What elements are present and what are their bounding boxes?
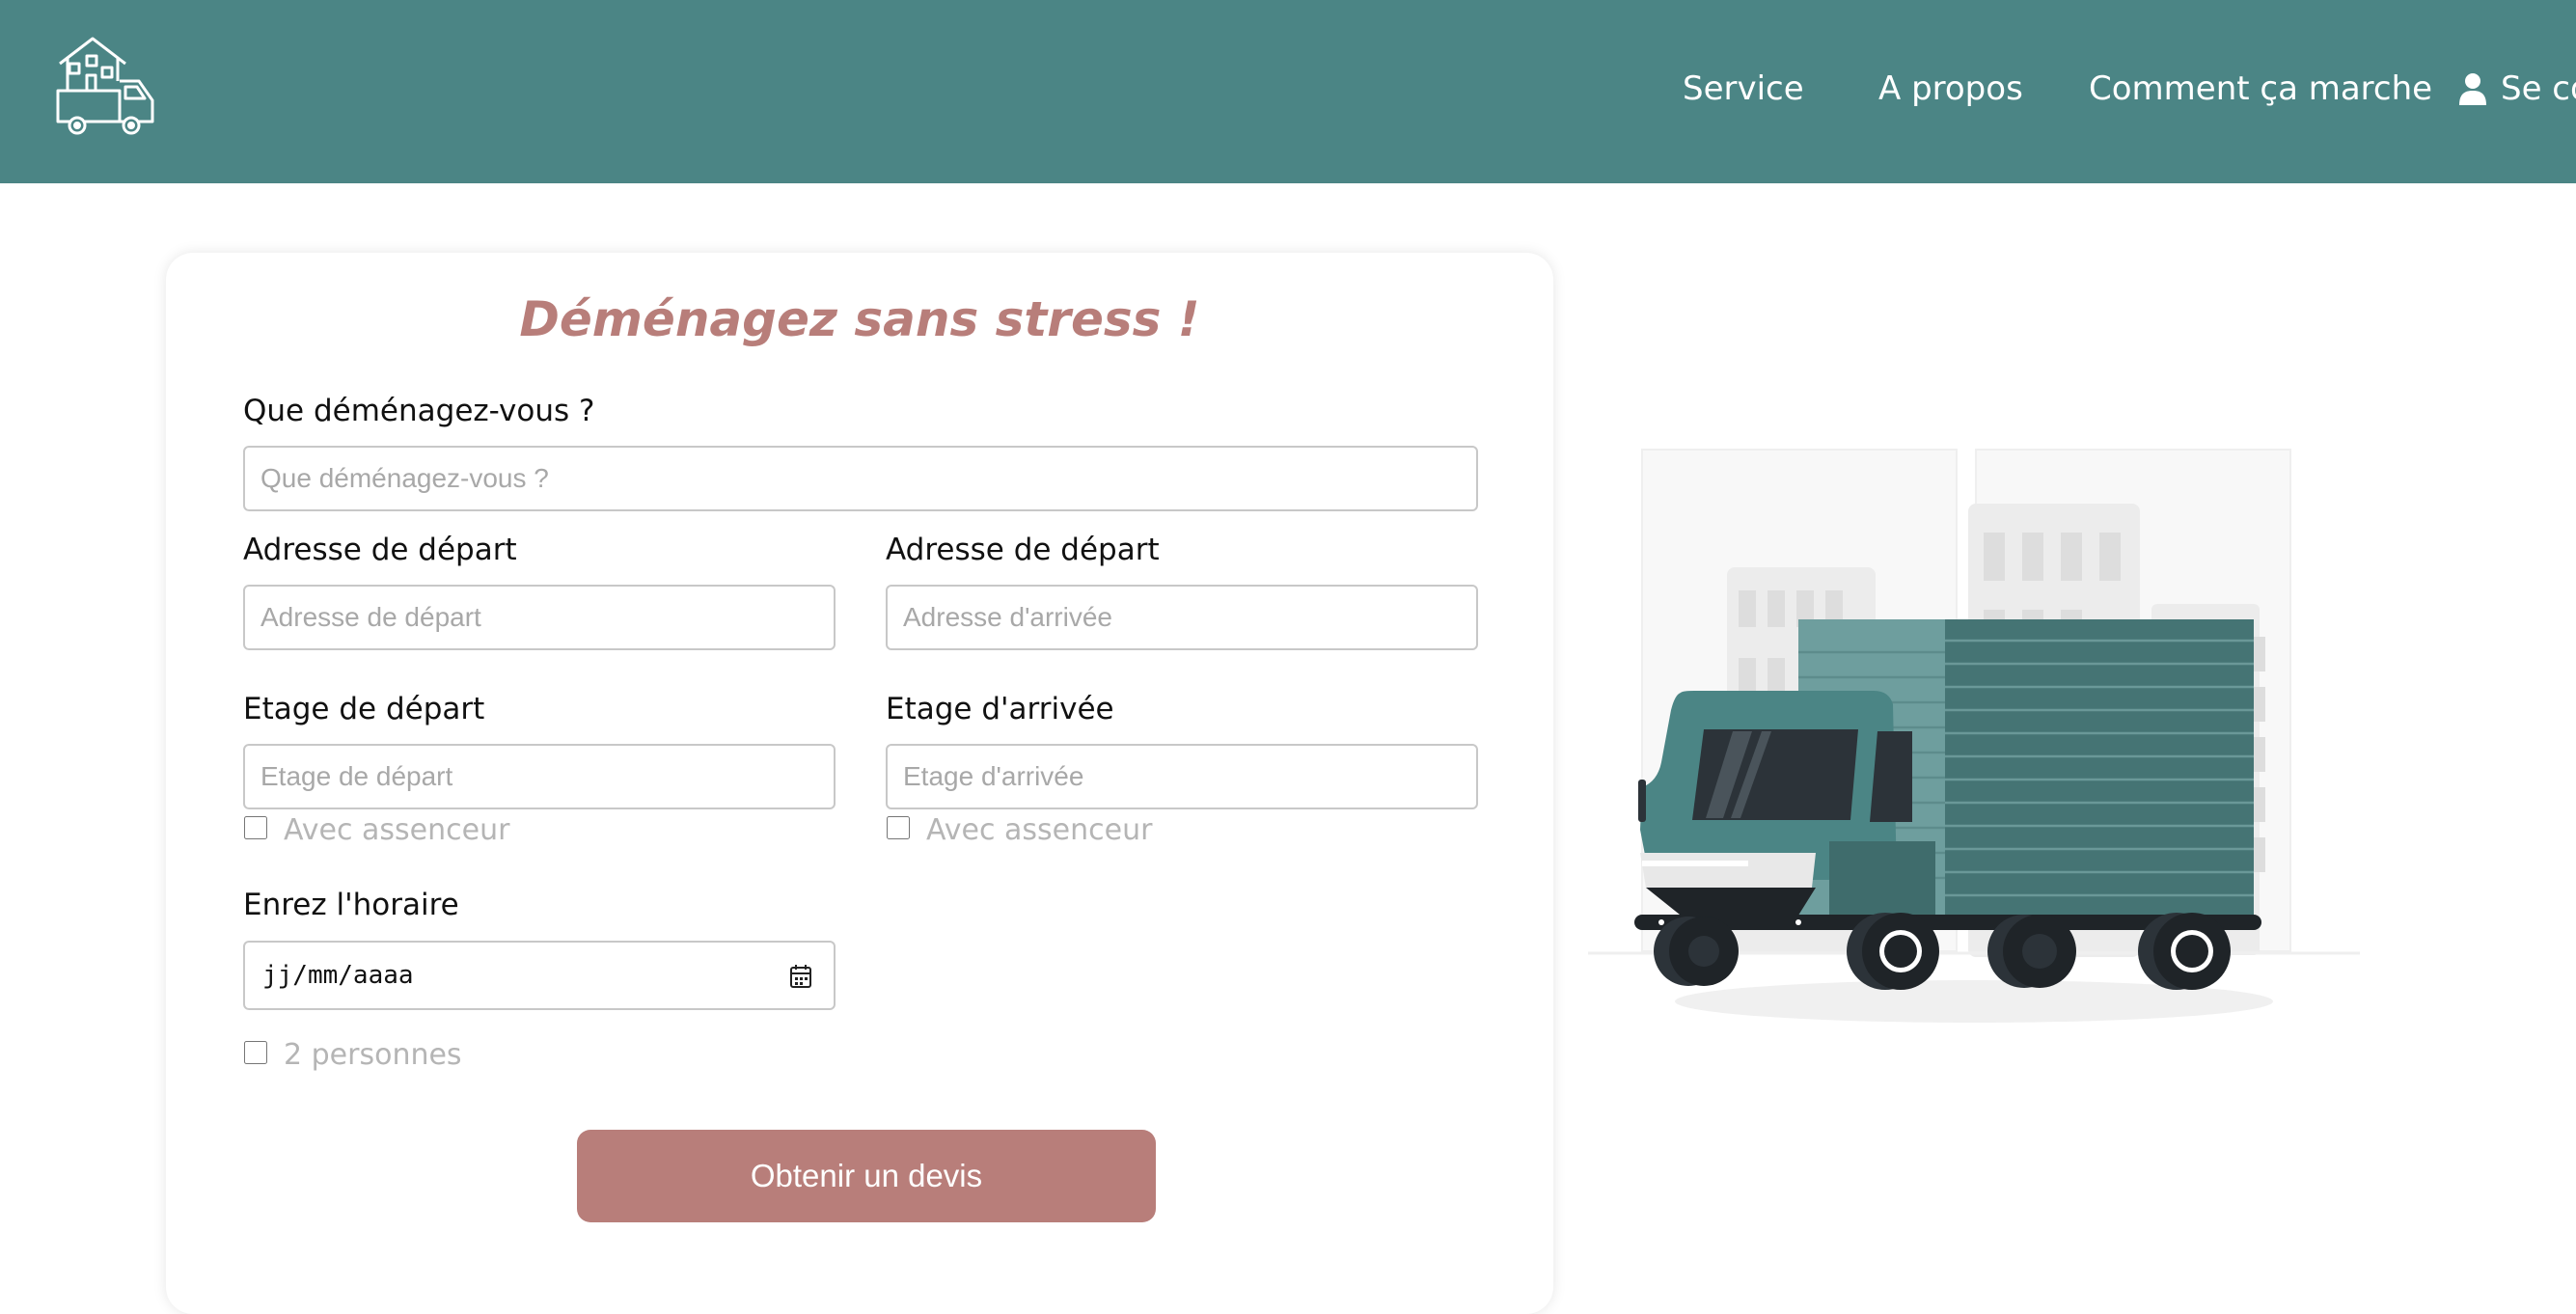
calendar-icon[interactable] [789, 964, 812, 989]
start-elevator-label: Avec assenceur [284, 813, 510, 847]
two-people-label: 2 personnes [284, 1038, 462, 1072]
two-people-checkbox[interactable] [244, 1041, 267, 1064]
nav-link-how-it-works[interactable]: Comment ça marche [2089, 69, 2432, 108]
site-header: Service A propos Comment ça marche Se co [0, 0, 2576, 183]
form-title: Déménagez sans stress ! [519, 291, 1200, 347]
start-address-input[interactable] [243, 585, 836, 650]
end-floor-input[interactable] [886, 744, 1478, 809]
what-input[interactable] [243, 446, 1478, 511]
nav-link-about[interactable]: A propos [1878, 69, 2023, 108]
login-label: Se co [2501, 69, 2576, 108]
house-truck-logo-icon[interactable] [54, 35, 156, 139]
moving-truck-illustration [1588, 449, 2360, 1023]
end-address-input[interactable] [886, 585, 1478, 650]
end-address-label: Adresse de départ [886, 533, 1160, 567]
start-floor-label: Etage de départ [243, 692, 485, 726]
end-floor-label: Etage d'arrivée [886, 692, 1114, 726]
end-elevator-label: Avec assenceur [926, 813, 1153, 847]
start-elevator-checkbox[interactable] [244, 816, 267, 839]
date-value: jj/mm/aaaa [262, 961, 414, 990]
get-quote-button[interactable]: Obtenir un devis [577, 1130, 1156, 1222]
nav-link-service[interactable]: Service [1683, 69, 1804, 108]
date-input[interactable]: jj/mm/aaaa [243, 941, 836, 1010]
start-address-label: Adresse de départ [243, 533, 517, 567]
what-label: Que déménagez-vous ? [243, 394, 595, 428]
schedule-label: Enrez l'horaire [243, 888, 459, 922]
user-icon [2459, 73, 2486, 105]
nav-link-login[interactable]: Se co [2458, 69, 2576, 108]
end-elevator-checkbox[interactable] [887, 816, 910, 839]
start-floor-input[interactable] [243, 744, 836, 809]
